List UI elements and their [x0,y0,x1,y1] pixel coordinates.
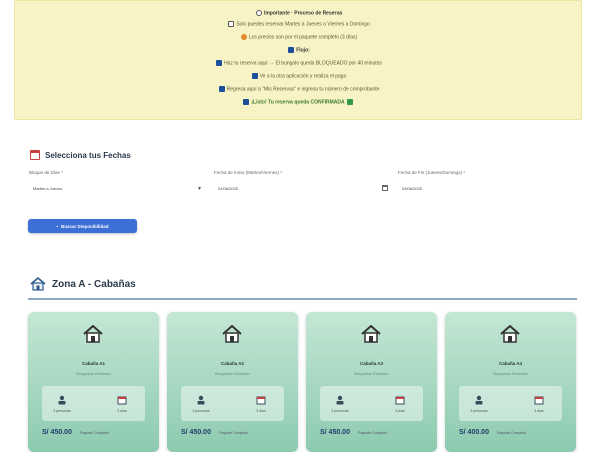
cabin-type: Bungalow Estándar [215,371,250,376]
step-four-icon [243,99,250,105]
price-note: Paquete Completo [358,431,387,435]
cabin-price: S/ 450.00 [320,429,350,436]
zone-title: Zona A - Cabañas [30,276,136,291]
cabin-price: S/ 450.00 [42,429,72,436]
days-text: 3 días [534,409,544,413]
cabin-card[interactable]: Cabaña A1 Bungalow Estándar 3 personas 3… [28,312,159,452]
house-icon [222,324,242,343]
house-icon [361,324,381,343]
cabin-features: 3 personas 3 días [320,386,423,421]
days-text: 3 días [395,409,405,413]
cabin-type: Bungalow Estándar [493,371,528,376]
people-icon [335,392,345,405]
notice-line-6: Ve a la otra aplicación y realiza el pag… [15,73,581,79]
days-text: 3 días [117,409,127,413]
people-icon [196,392,206,405]
cabin-price: S/ 450.00 [181,429,211,436]
gift-icon [240,34,247,40]
step-two-icon [251,73,258,79]
dates-title-text: Selecciona tus Fechas [45,150,131,160]
price-note: Paquete Completo [219,431,248,435]
block-select[interactable]: Martes a Jueves [33,186,62,191]
cabin-features: 3 personas 3 días [181,386,284,421]
start-date-label: Fecha de Inicio (Martes/Viernes) * [214,170,282,175]
price-note: Paquete Completo [497,431,526,435]
calendar-icon [395,392,405,405]
zone-divider [28,298,577,300]
notice-line-3: Los precios son por el paquete completo … [15,34,581,40]
notice-line-2: Solo puedes reservar Martes a Jueves o V… [15,21,581,27]
end-date-input[interactable]: 03/06/2025 [402,186,422,191]
cabin-name: Cabaña A1 [81,361,106,366]
cabin-features: 3 personas 3 días [42,386,145,421]
house-icon [83,324,103,343]
capacity-text: 3 personas [53,409,71,413]
cabin-name: Cabaña A2 [220,361,245,366]
cabin-card[interactable]: Cabaña A3 Bungalow Estándar 3 personas 3… [306,312,437,452]
price-note: Paquete Completo [80,431,109,435]
cabin-name: Cabaña A4 [498,361,523,366]
calendar-icon [228,21,235,27]
notice-line-1: Importante · Proceso de Reserva [15,10,581,16]
cabin-type: Bungalow Estándar [76,371,111,376]
house-icon [30,276,46,291]
cabin-card[interactable]: Cabaña A2 Bungalow Estándar 3 personas 3… [167,312,298,452]
end-date-label: Fecha de Fin (Jueves/Domingo) * [398,170,466,175]
search-button-label: Buscar Disponibilidad [61,223,109,229]
search-icon: • [56,223,59,229]
notice-line-5: Haz tu reserva aquí → El bungalo queda B… [15,60,581,66]
people-icon [57,392,67,405]
start-date-input[interactable]: 01/06/2025 [218,186,238,191]
capacity-text: 3 personas [192,409,210,413]
step-icon [288,47,295,53]
step-one-icon [216,60,223,66]
reservation-notice: Importante · Proceso de Reserva Solo pue… [14,0,582,120]
start-calendar-icon[interactable] [382,185,388,191]
step-three-icon [218,86,225,92]
calendar-icon [534,392,544,405]
check-icon [346,99,353,105]
capacity-text: 3 personas [470,409,488,413]
calendar-icon [30,150,40,160]
dates-section-title: Selecciona tus Fechas [30,150,131,160]
cabin-features: 3 personas 3 días [459,386,562,421]
people-icon [474,392,484,405]
zone-title-text: Zona A - Cabañas [52,278,136,290]
info-icon [255,10,262,16]
notice-line-8: ¡Listo! Tu reserva queda CONFIRMADA [15,99,581,105]
cabin-name: Cabaña A3 [359,361,384,366]
calendar-icon [117,392,127,405]
chevron-down-icon[interactable]: ▾ [198,185,201,192]
cabin-price: S/ 400.00 [459,429,489,436]
block-label: Bloque de Días * [29,170,63,175]
days-text: 3 días [256,409,266,413]
search-availability-button[interactable]: • Buscar Disponibilidad [28,219,137,233]
notice-line-4: Flujo: [15,47,581,53]
cabin-type: Bungalow Estándar [354,371,389,376]
cabin-card[interactable]: Cabaña A4 Bungalow Estándar 3 personas 3… [445,312,576,452]
notice-line-7: Regresa aquí a "Mis Reservas" e ingresa … [15,86,581,92]
calendar-icon [256,392,266,405]
house-icon [500,324,520,343]
capacity-text: 3 personas [331,409,349,413]
